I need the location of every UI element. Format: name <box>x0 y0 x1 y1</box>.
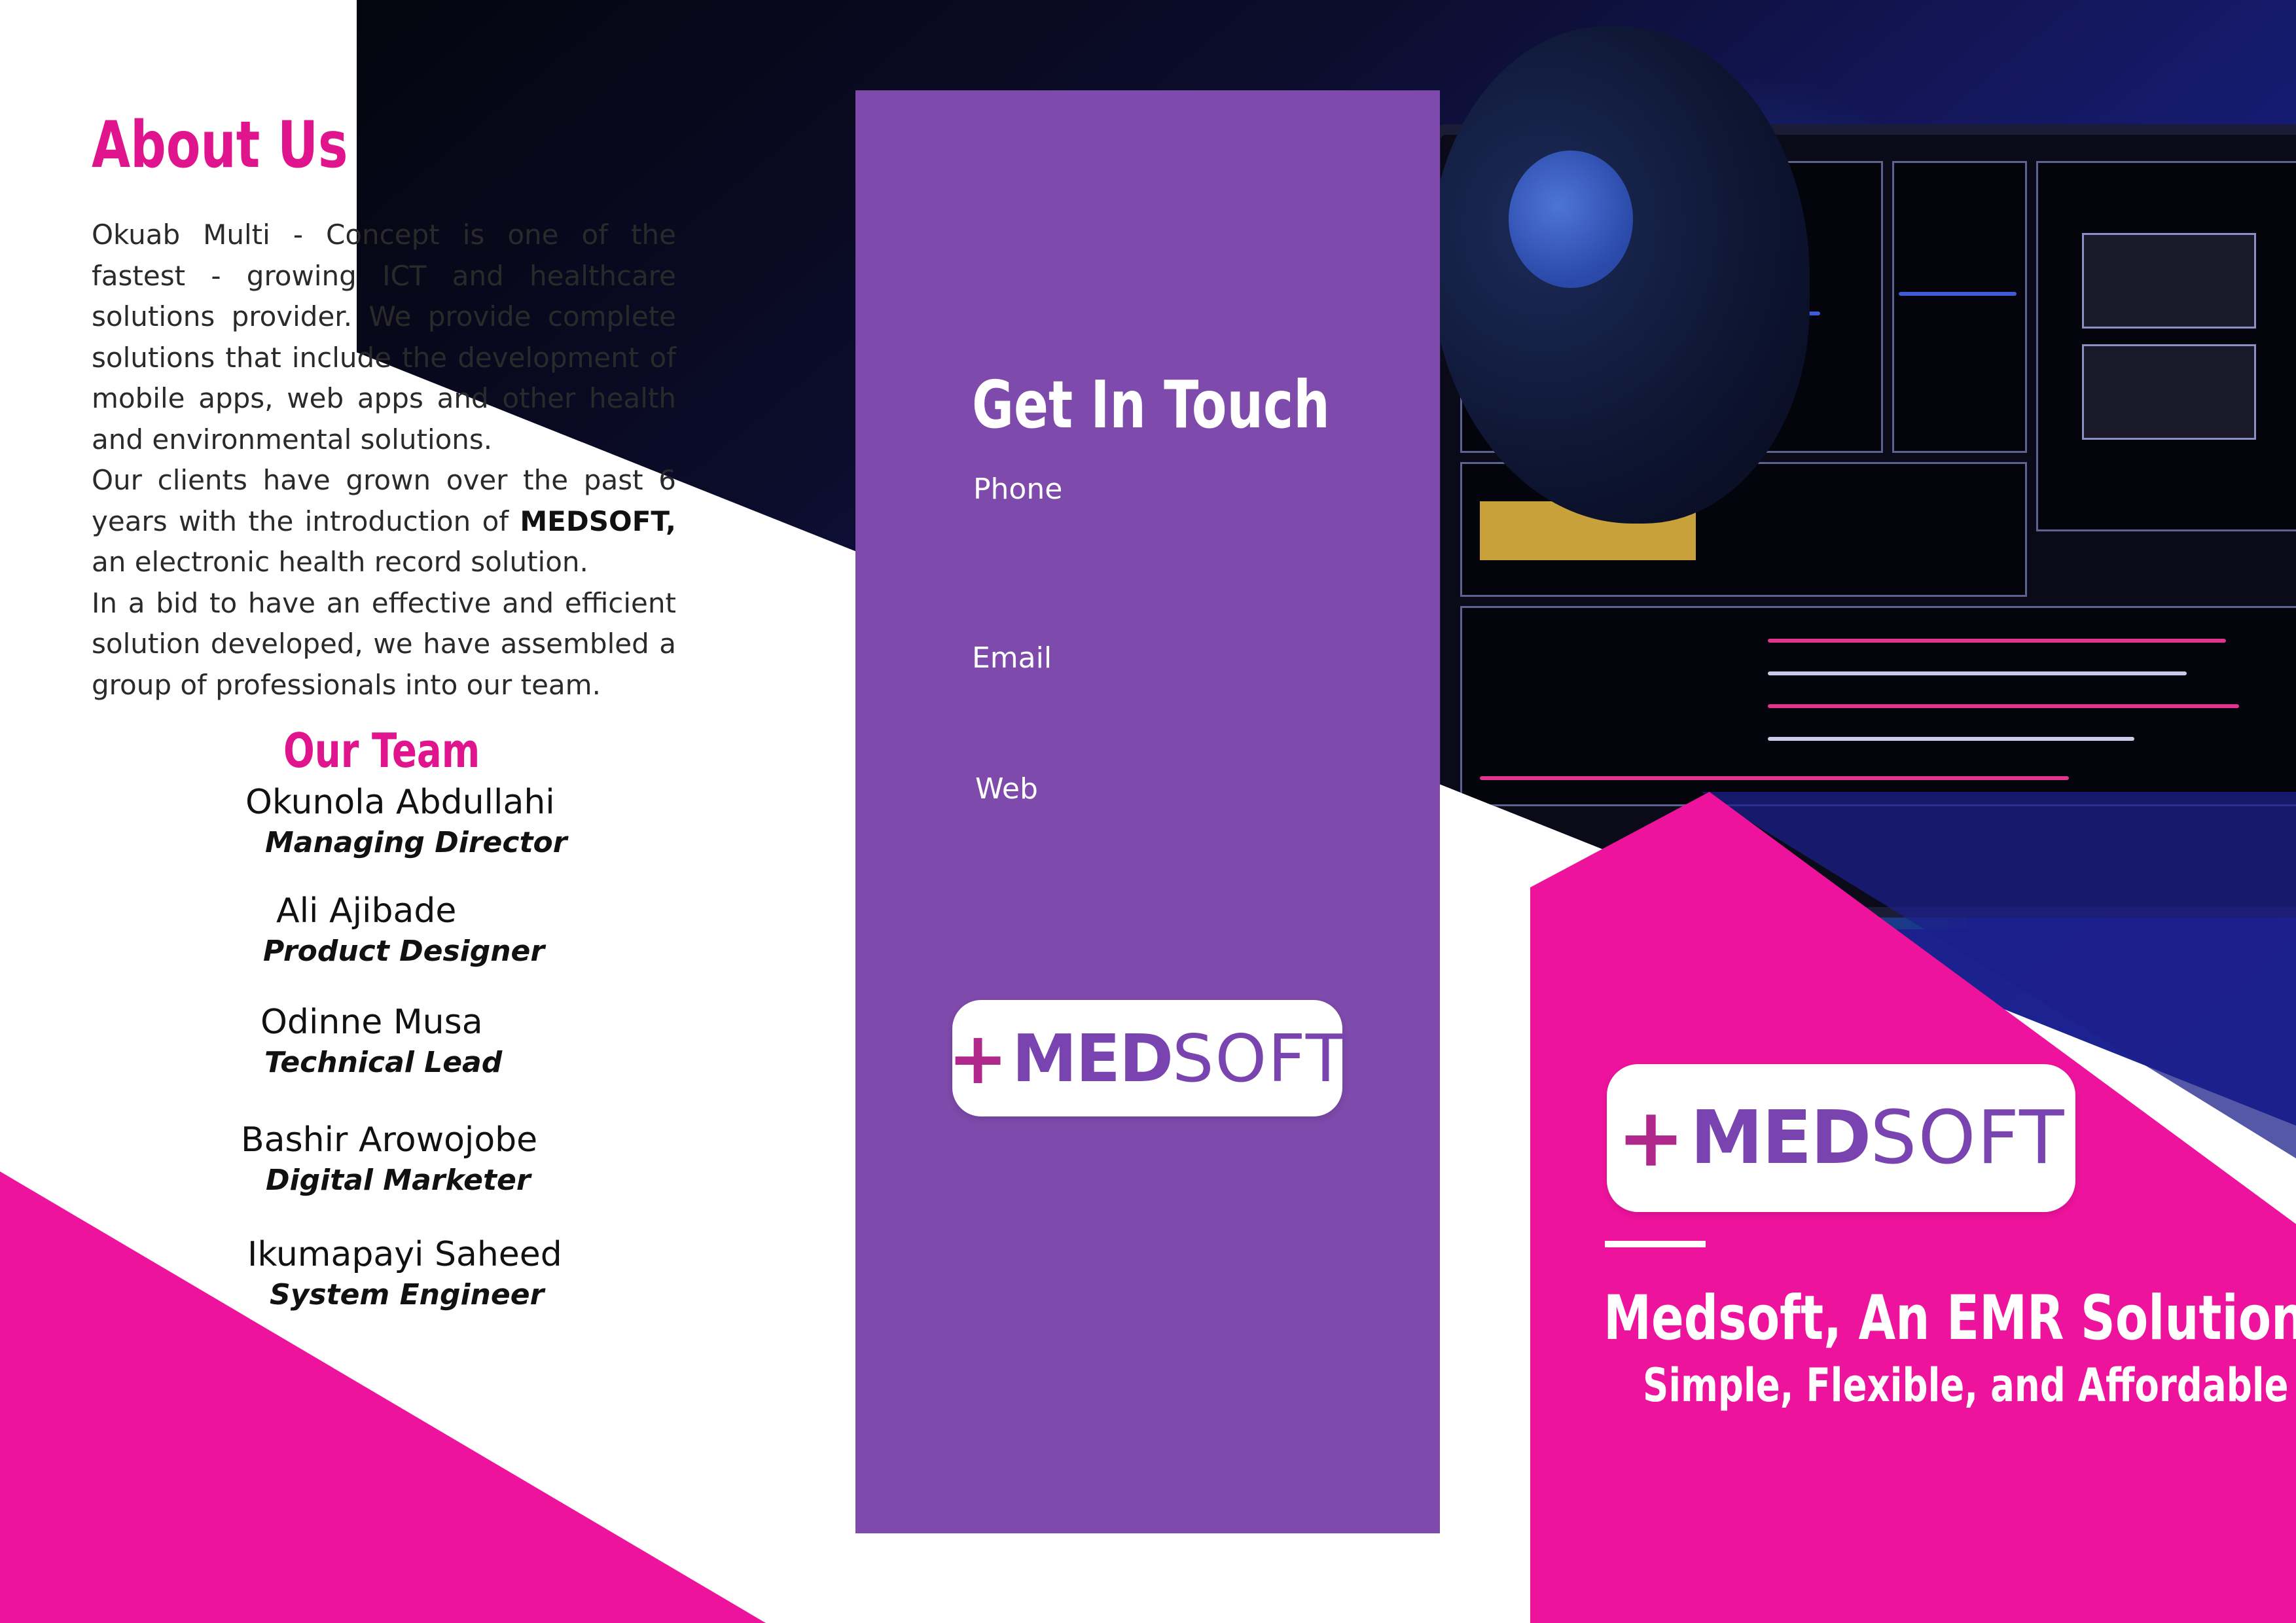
logo-soft-text: SOFT <box>1172 1020 1348 1097</box>
team-title: Our Team <box>283 723 480 778</box>
team-member: Okunola Abdullahi Managing Director <box>245 783 567 859</box>
plus-icon: + <box>1617 1091 1685 1185</box>
member-role: Managing Director <box>265 826 567 859</box>
member-name: Odinne Musa <box>260 1003 483 1042</box>
email-label: Email <box>972 641 1052 675</box>
about-p2-end: an electronic health record solution. <box>92 546 588 578</box>
team-member: Ali Ajibade Product Designer <box>263 891 545 968</box>
team-member: Odinne Musa Technical Lead <box>260 1003 502 1079</box>
cover-tagline: Medsoft, An EMR Solution <box>1604 1283 2296 1354</box>
team-member: Ikumapayi Saheed System Engineer <box>247 1235 562 1311</box>
about-title: About Us <box>92 108 348 183</box>
web-label: Web <box>975 772 1038 806</box>
member-role: Digital Marketer <box>266 1164 531 1197</box>
about-paragraph-3: In a bid to have an effective and effici… <box>92 586 676 701</box>
medsoft-bold: MEDSOFT, <box>520 505 676 537</box>
about-paragraph-1: Okuab Multi - Concept is one of the fast… <box>92 219 676 455</box>
member-name: Bashir Arowojobe <box>241 1120 538 1160</box>
member-role: Technical Lead <box>264 1046 503 1079</box>
logo-soft-text: SOFT <box>1870 1096 2066 1181</box>
medsoft-logo: + MED SOFT <box>948 1000 1346 1116</box>
logo-med-text: MED <box>1690 1096 1871 1181</box>
member-name: Ikumapayi Saheed <box>247 1235 562 1274</box>
logo-med-text: MED <box>1012 1020 1174 1097</box>
about-body: Okuab Multi - Concept is one of the fast… <box>92 215 676 705</box>
member-name: Okunola Abdullahi <box>245 783 555 822</box>
about-paragraph-2: Our clients have grown over the past 6 y… <box>92 460 676 583</box>
headphone <box>1509 151 1633 288</box>
member-role: Product Designer <box>263 935 545 968</box>
medsoft-cover-logo: + MED SOFT <box>1607 1064 2075 1212</box>
divider-line <box>1605 1241 1706 1247</box>
phone-label: Phone <box>973 473 1063 506</box>
cover-subtagline: Simple, Flexible, and Affordable <box>1643 1359 2289 1412</box>
contact-title: Get In Touch <box>972 366 1330 443</box>
member-name: Ali Ajibade <box>276 891 457 931</box>
plus-icon: + <box>947 1016 1009 1100</box>
member-role: System Engineer <box>270 1278 545 1311</box>
team-member: Bashir Arowojobe Digital Marketer <box>241 1120 537 1197</box>
contact-panel <box>855 90 1440 1533</box>
